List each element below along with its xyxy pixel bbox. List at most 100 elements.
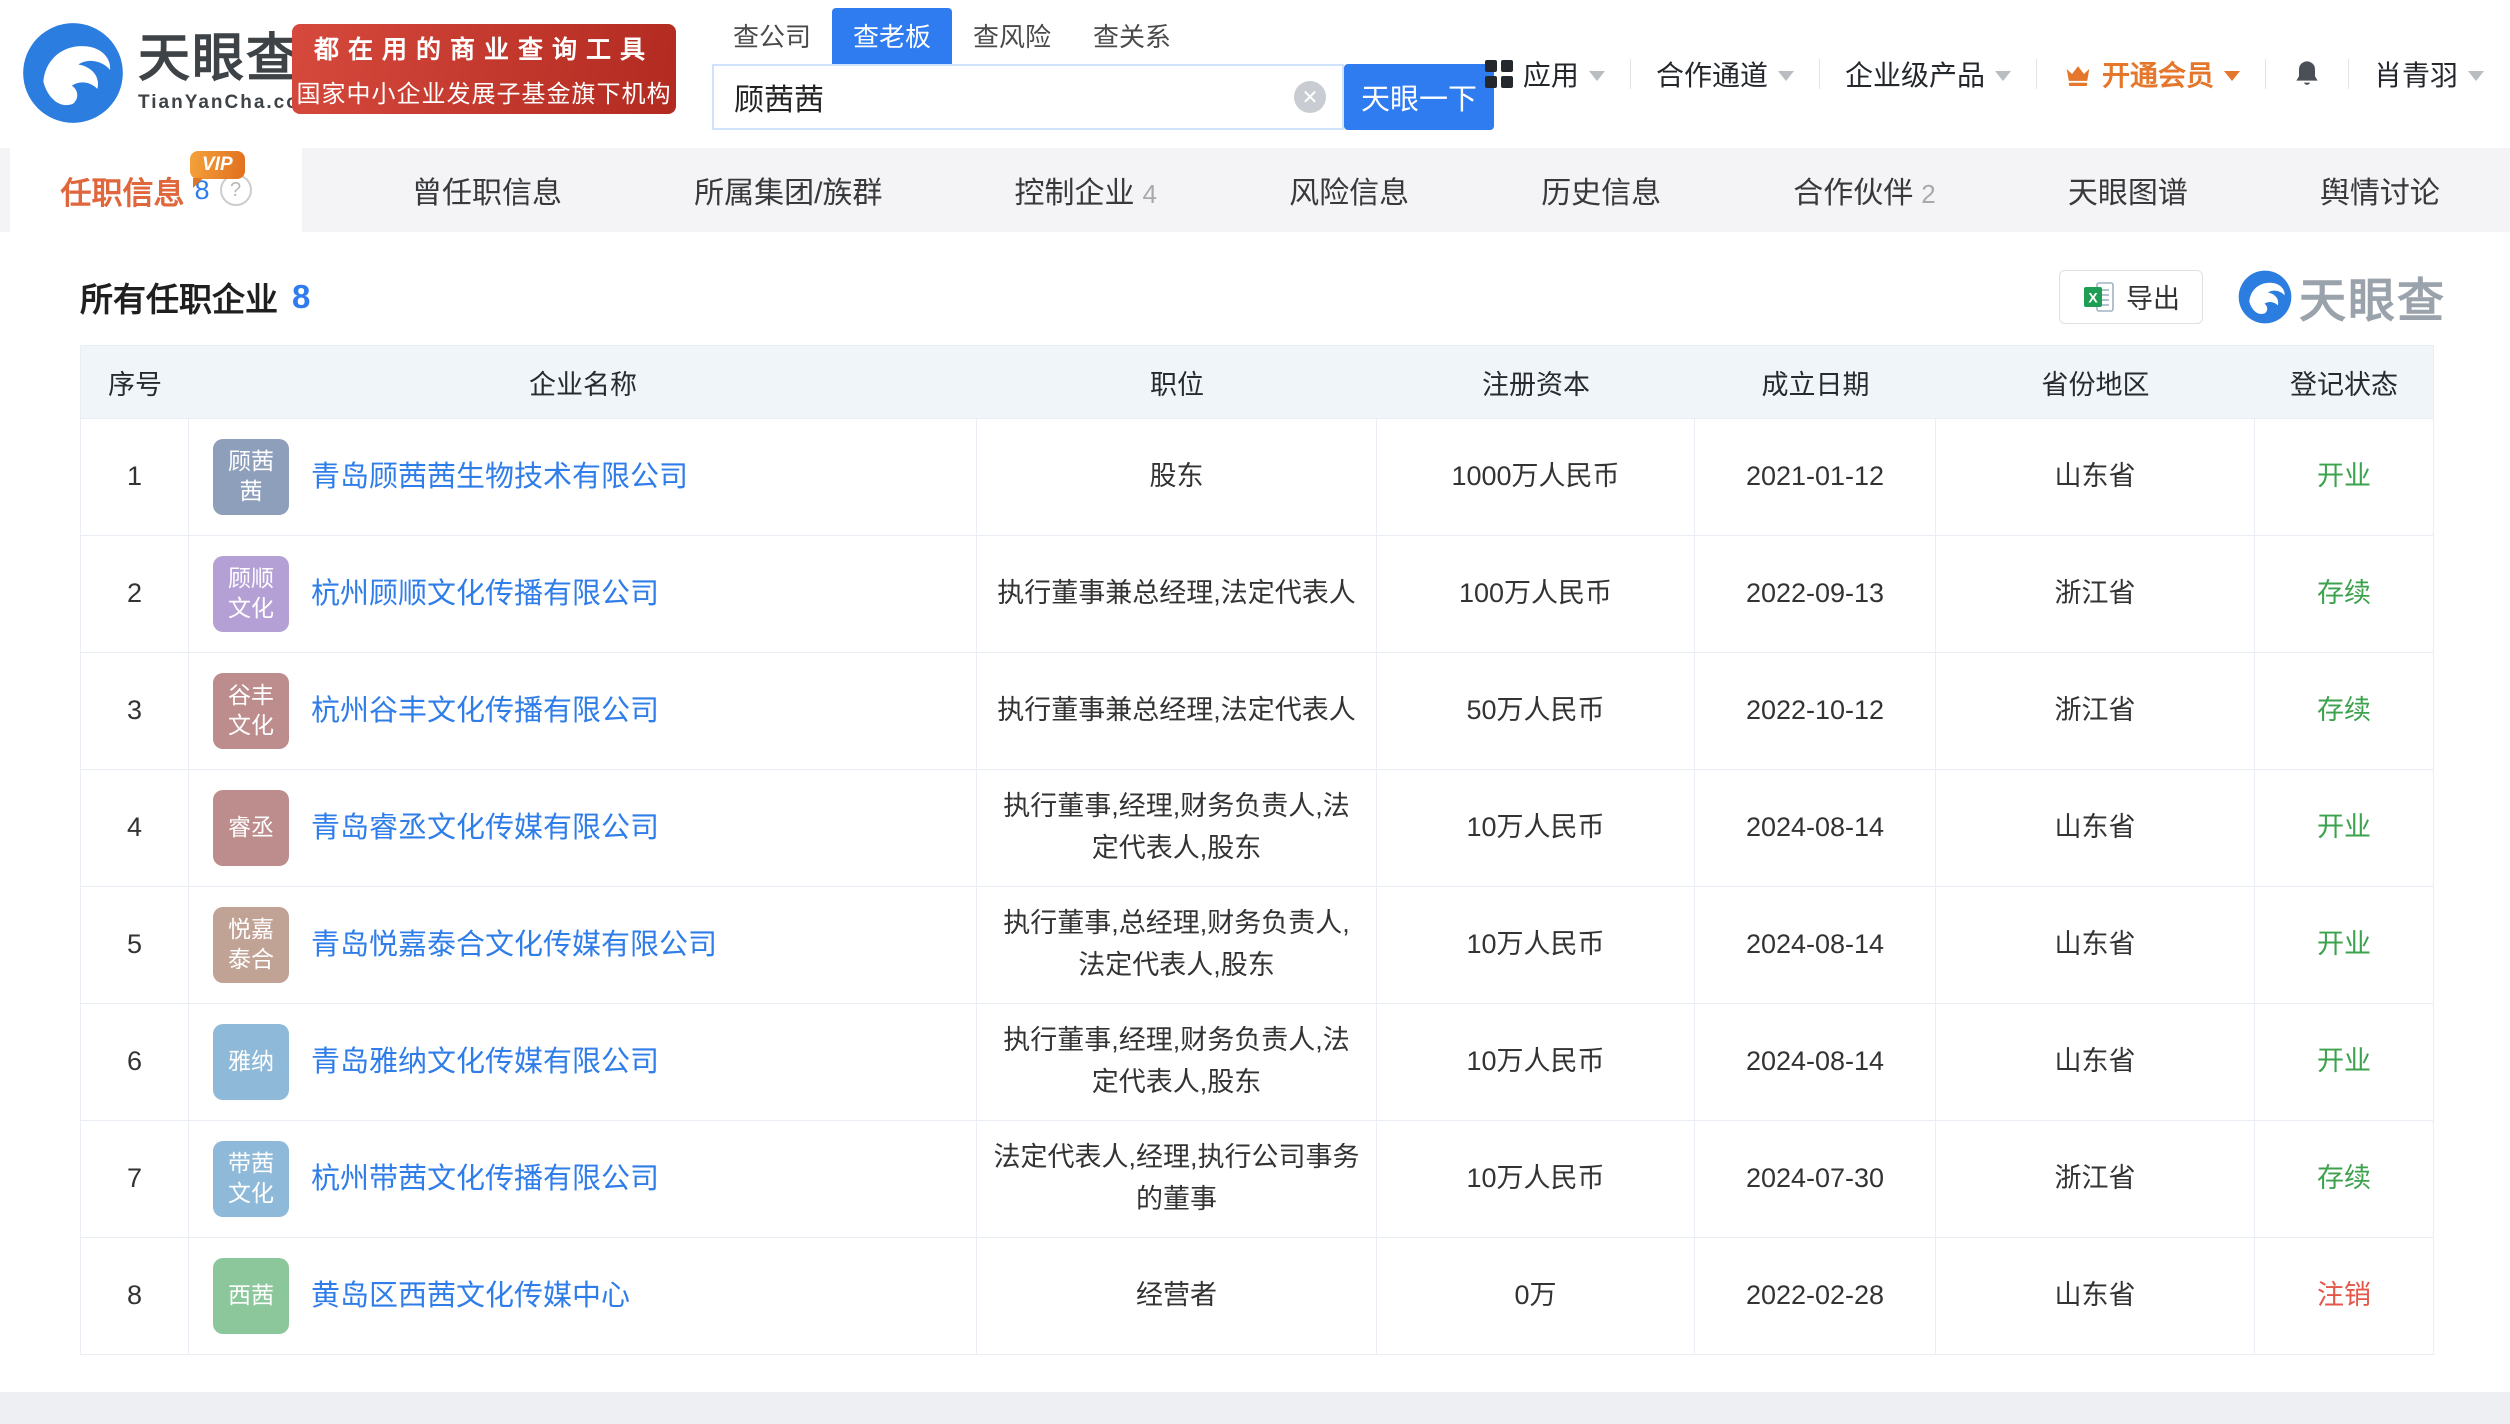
table-row: 8西茜黄岛区西茜文化传媒中心经营者0万2022-02-28山东省注销: [81, 1237, 2433, 1354]
status-cell: 存续: [2255, 653, 2433, 769]
company-link[interactable]: 杭州顾顺文化传播有限公司: [311, 572, 659, 617]
table-row: 5悦嘉泰合青岛悦嘉泰合文化传媒有限公司执行董事,总经理,财务负责人,法定代表人,…: [81, 886, 2433, 1003]
page-footer-strip: [0, 1392, 2510, 1424]
nav-tabs: 曾任职信息 所属集团/族群 控制企业4 风险信息 历史信息 合作伙伴2 天眼图谱 舆情讨论: [302, 148, 2510, 232]
position-cell: 股东: [977, 419, 1377, 535]
nav-tab-风险信息[interactable]: 风险信息: [1289, 168, 1409, 212]
menu-vip-label: 开通会员: [2102, 54, 2214, 94]
province-cell: 浙江省: [1936, 536, 2255, 652]
capital-cell: 10万人民币: [1377, 770, 1695, 886]
menu-vip[interactable]: 开通会员: [2062, 54, 2240, 94]
province-cell: 浙江省: [1936, 653, 2255, 769]
top-menu: 应用 合作通道 企业级产品 开通会员: [1485, 0, 2484, 148]
chevron-down-icon: [1589, 71, 1605, 81]
column-header-6: 登记状态: [2255, 363, 2433, 402]
export-button[interactable]: X 导出: [2059, 270, 2203, 324]
apps-grid-icon: [1485, 60, 1513, 88]
province-cell: 山东省: [1936, 419, 2255, 535]
capital-cell: 10万人民币: [1377, 1121, 1695, 1237]
row-index: 7: [81, 1121, 189, 1237]
positions-table: 序号企业名称职位注册资本成立日期省份地区登记状态 1顾茜茜青岛顾茜茜生物技术有限…: [80, 345, 2434, 1355]
status-cell: 开业: [2255, 887, 2433, 1003]
position-cell: 法定代表人,经理,执行公司事务的董事: [977, 1121, 1377, 1237]
date-cell: 2024-08-14: [1695, 770, 1936, 886]
date-cell: 2021-01-12: [1695, 419, 1936, 535]
section-title: 所有任职企业: [80, 273, 278, 321]
company-cell: 谷丰文化杭州谷丰文化传播有限公司: [189, 653, 977, 769]
search-tab-查老板[interactable]: 查老板: [832, 8, 952, 64]
position-cell: 执行董事兼总经理,法定代表人: [977, 653, 1377, 769]
main-content: 所有任职企业 8 X 导出 天眼查 序号企业名称职位注册资本成立日期省份地区登记: [0, 232, 2510, 1392]
nav-tab-所属集团/族群[interactable]: 所属集团/族群: [694, 168, 882, 212]
company-cell: 顾顺文化杭州顾顺文化传播有限公司: [189, 536, 977, 652]
company-link[interactable]: 黄岛区西茜文化传媒中心: [311, 1274, 630, 1319]
table-row: 7带茜文化杭州带茜文化传播有限公司法定代表人,经理,执行公司事务的董事10万人民…: [81, 1120, 2433, 1237]
table-row: 4睿丞青岛睿丞文化传媒有限公司执行董事,经理,财务负责人,法定代表人,股东10万…: [81, 769, 2433, 886]
status-cell: 注销: [2255, 1238, 2433, 1354]
user-menu[interactable]: 肖青羽: [2374, 54, 2484, 94]
divider: [1819, 59, 1820, 89]
company-link[interactable]: 青岛悦嘉泰合文化传媒有限公司: [311, 923, 717, 968]
company-logo-badge: 雅纳: [213, 1024, 289, 1100]
clear-icon[interactable]: ✕: [1294, 81, 1326, 113]
company-logo-badge: 顾顺文化: [213, 556, 289, 632]
date-cell: 2024-07-30: [1695, 1121, 1936, 1237]
promo-banner[interactable]: 都在用的商业查询工具 国家中小企业发展子基金旗下机构: [292, 24, 676, 114]
section-bar: 所有任职企业 8 X 导出 天眼查: [80, 262, 2446, 331]
province-cell: 山东省: [1936, 770, 2255, 886]
menu-enterprise-products[interactable]: 企业级产品: [1845, 54, 2011, 94]
divider: [1630, 59, 1631, 89]
nav-tab-合作伙伴[interactable]: 合作伙伴2: [1793, 168, 1935, 212]
crown-icon: [2062, 59, 2094, 89]
province-cell: 浙江省: [1936, 1121, 2255, 1237]
nav-tab-曾任职信息[interactable]: 曾任职信息: [412, 168, 562, 212]
date-cell: 2024-08-14: [1695, 1004, 1936, 1120]
company-link[interactable]: 杭州带茜文化传播有限公司: [311, 1157, 659, 1202]
row-index: 1: [81, 419, 189, 535]
nav-tab-active[interactable]: 任职信息 8 ? VIP: [10, 148, 302, 232]
column-header-5: 省份地区: [1936, 363, 2255, 402]
date-cell: 2024-08-14: [1695, 887, 1936, 1003]
table-row: 1顾茜茜青岛顾茜茜生物技术有限公司股东1000万人民币2021-01-12山东省…: [81, 418, 2433, 535]
company-logo-badge: 顾茜茜: [213, 439, 289, 515]
company-link[interactable]: 青岛顾茜茜生物技术有限公司: [311, 455, 688, 500]
svg-text:X: X: [2088, 289, 2098, 305]
tianyancha-swirl-icon: [20, 20, 126, 126]
capital-cell: 10万人民币: [1377, 887, 1695, 1003]
company-link[interactable]: 青岛雅纳文化传媒有限公司: [311, 1040, 659, 1085]
company-link[interactable]: 杭州谷丰文化传播有限公司: [311, 689, 659, 734]
search-tab-查风险[interactable]: 查风险: [952, 8, 1072, 64]
company-cell: 顾茜茜青岛顾茜茜生物技术有限公司: [189, 419, 977, 535]
nav-tab-控制企业[interactable]: 控制企业4: [1015, 168, 1157, 212]
tianyancha-logo[interactable]: 天眼查 TianYanCha.com: [20, 20, 319, 126]
chevron-down-icon: [2468, 71, 2484, 81]
search-button[interactable]: 天眼一下: [1344, 64, 1494, 130]
section-count: 8: [292, 278, 310, 316]
tianyancha-swirl-icon: [2237, 269, 2293, 325]
column-header-4: 成立日期: [1695, 363, 1936, 402]
capital-cell: 50万人民币: [1377, 653, 1695, 769]
nav-tab-天眼图谱[interactable]: 天眼图谱: [2068, 168, 2188, 212]
menu-partner-channel[interactable]: 合作通道: [1656, 54, 1794, 94]
position-cell: 执行董事兼总经理,法定代表人: [977, 536, 1377, 652]
promo-line-2: 国家中小企业发展子基金旗下机构: [297, 74, 672, 109]
nav-tab-历史信息[interactable]: 历史信息: [1541, 168, 1661, 212]
table-header: 序号企业名称职位注册资本成立日期省份地区登记状态: [81, 346, 2433, 418]
search-tab-查关系[interactable]: 查关系: [1072, 8, 1192, 64]
divider: [2348, 59, 2349, 89]
company-link[interactable]: 青岛睿丞文化传媒有限公司: [311, 806, 659, 851]
watermark-text: 天眼查: [2299, 262, 2446, 331]
row-index: 4: [81, 770, 189, 886]
row-index: 5: [81, 887, 189, 1003]
notification-bell[interactable]: [2291, 57, 2323, 91]
nav-tab-舆情讨论[interactable]: 舆情讨论: [2320, 168, 2440, 212]
search-tab-查公司[interactable]: 查公司: [712, 8, 832, 64]
company-logo-badge: 睿丞: [213, 790, 289, 866]
menu-enterprise-label: 企业级产品: [1845, 54, 1985, 94]
company-cell: 带茜文化杭州带茜文化传播有限公司: [189, 1121, 977, 1237]
capital-cell: 1000万人民币: [1377, 419, 1695, 535]
search-input[interactable]: [714, 79, 1294, 115]
menu-apps[interactable]: 应用: [1485, 54, 1605, 94]
company-cell: 雅纳青岛雅纳文化传媒有限公司: [189, 1004, 977, 1120]
company-cell: 西茜黄岛区西茜文化传媒中心: [189, 1238, 977, 1354]
